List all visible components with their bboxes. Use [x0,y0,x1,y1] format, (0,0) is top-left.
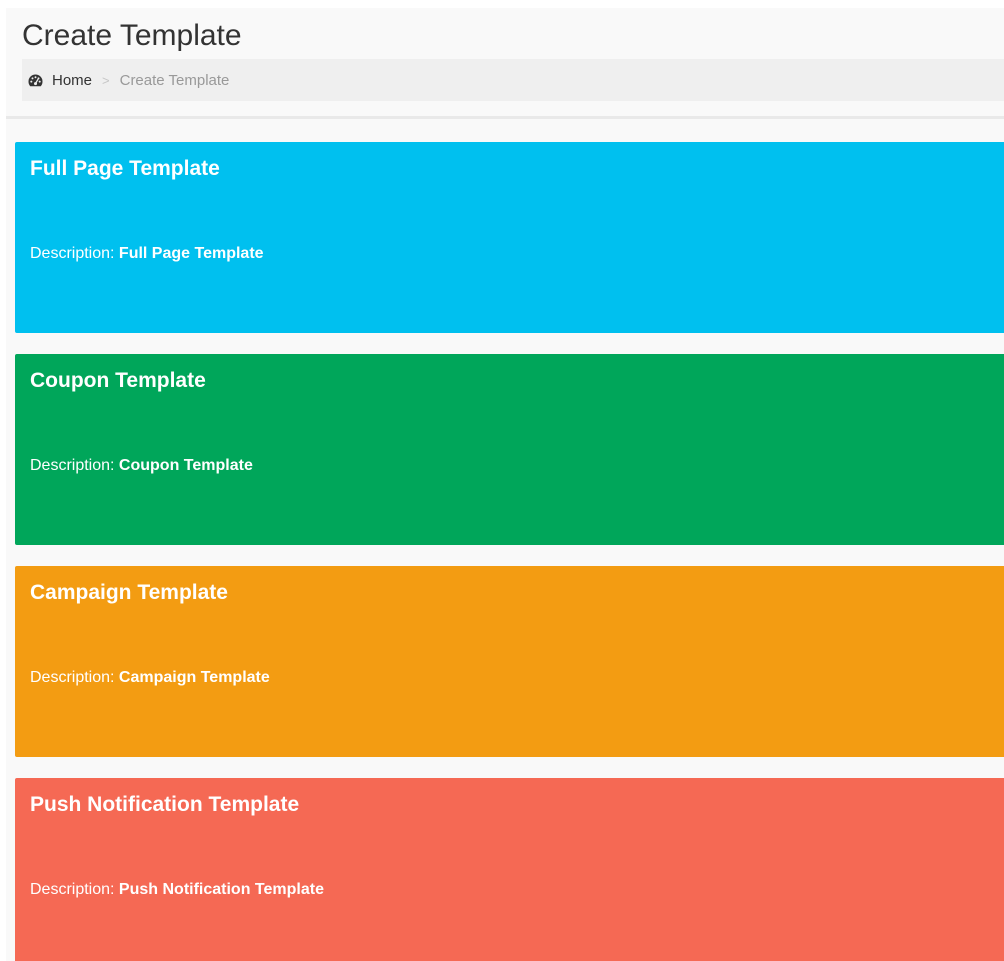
template-card-title: Full Page Template [30,157,220,180]
dashboard-gauge-icon [28,74,52,87]
template-card-full-page[interactable]: Full Page Template Description: Full Pag… [15,142,1004,333]
description-label: Description: [30,245,119,262]
template-card-coupon[interactable]: Coupon Template Description: Coupon Temp… [15,354,1004,545]
breadcrumb-home-link[interactable]: Home [28,72,92,89]
breadcrumb: Home > Create Template [22,59,1004,101]
template-card-title: Push Notification Template [30,793,300,816]
description-label: Description: [30,669,119,686]
template-card-description: Description: Full Page Template [30,244,264,264]
description-label: Description: [30,457,119,474]
page-header: Create Template Home > Create Template [6,8,1004,119]
template-card-title: Coupon Template [30,369,206,392]
breadcrumb-current: Create Template [119,71,230,89]
template-card-title: Campaign Template [30,581,228,604]
template-card-campaign[interactable]: Campaign Template Description: Campaign … [15,566,1004,757]
description-label: Description: [30,881,119,898]
description-value: Coupon Template [118,457,253,474]
breadcrumb-separator: > [102,72,110,88]
template-card-description: Description: Campaign Template [30,668,270,688]
page-title: Create Template [22,19,242,52]
template-card-description: Description: Push Notification Template [30,880,324,900]
template-card-description: Description: Coupon Template [30,456,253,476]
breadcrumb-home-label: Home [52,71,93,89]
description-value: Push Notification Template [118,881,324,898]
template-card-push-notification[interactable]: Push Notification Template Description: … [15,778,1004,961]
content-wrapper: Create Template Home > Create Template F… [6,8,1004,961]
description-value: Campaign Template [118,669,270,686]
description-value: Full Page Template [118,245,264,262]
